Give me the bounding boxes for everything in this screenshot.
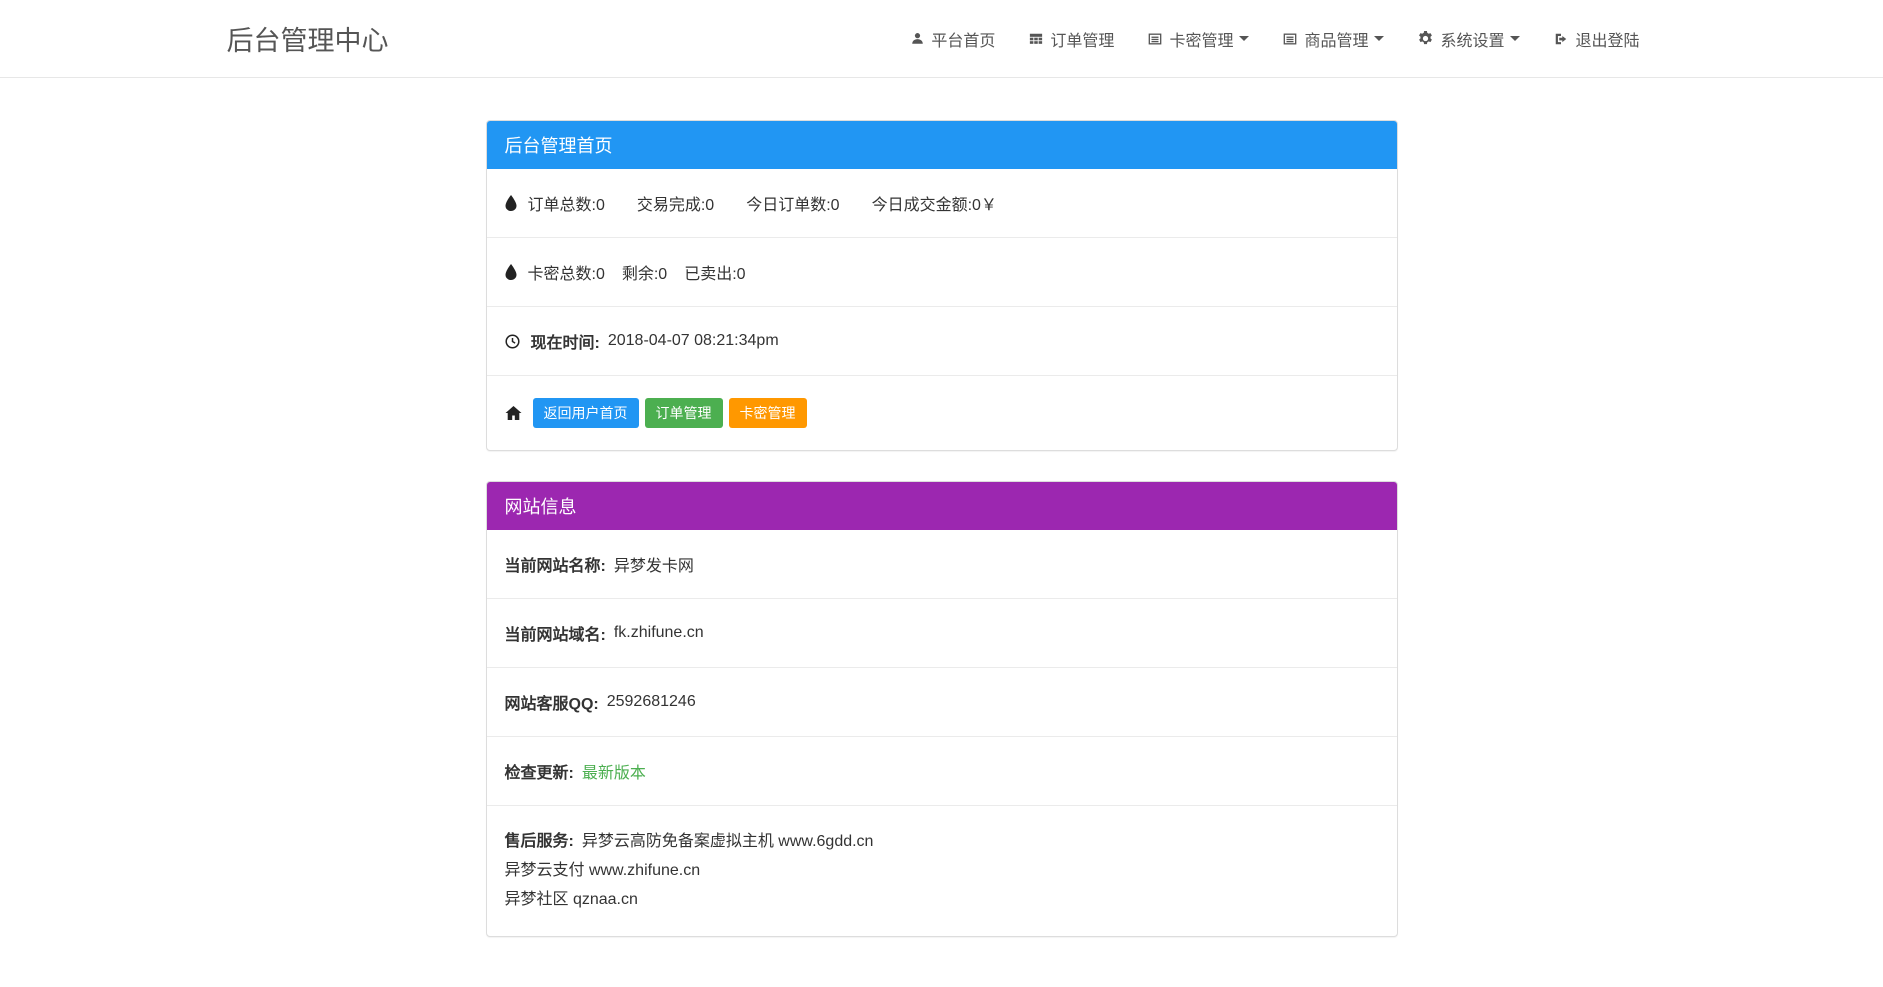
droplet-icon bbox=[505, 264, 517, 280]
nav-item-order-management[interactable]: 订单管理 bbox=[1012, 27, 1131, 51]
site-name-label: 当前网站名称: bbox=[505, 552, 606, 576]
droplet-icon bbox=[505, 195, 517, 211]
stat-today-orders: 今日订单数:0 bbox=[746, 191, 839, 215]
after-sales-row: 售后服务: 异梦云高防免备案虚拟主机 www.6gdd.cn 异梦云支付 www.… bbox=[487, 805, 1397, 936]
list-alt-icon bbox=[1148, 32, 1162, 46]
service-qq-label: 网站客服QQ: bbox=[505, 690, 599, 714]
nav-item-card-management-dropdown[interactable]: 卡密管理 bbox=[1131, 27, 1266, 51]
nav-item-label: 卡密管理 bbox=[1169, 27, 1233, 51]
logout-icon bbox=[1554, 32, 1568, 46]
nav-item-label: 订单管理 bbox=[1050, 27, 1114, 51]
stat-total-cards: 卡密总数:0 bbox=[528, 260, 605, 284]
order-stats-row: 订单总数:0 交易完成:0 今日订单数:0 今日成交金额:0￥ bbox=[487, 169, 1397, 237]
gear-icon bbox=[1418, 31, 1433, 46]
after-sales-line-1: 售后服务: 异梦云高防免备案虚拟主机 www.6gdd.cn bbox=[505, 828, 1379, 857]
nav-item-logout[interactable]: 退出登陆 bbox=[1537, 27, 1656, 51]
check-update-row: 检查更新: 最新版本 bbox=[487, 736, 1397, 805]
user-icon bbox=[911, 32, 924, 45]
check-update-label: 检查更新: bbox=[505, 759, 574, 783]
stat-sold-cards: 已卖出:0 bbox=[684, 260, 745, 284]
current-time-label: 现在时间: bbox=[531, 329, 600, 353]
main-content: 后台管理首页 订单总数:0 交易完成:0 今日订单数:0 今日成交金额:0￥ 卡… bbox=[486, 120, 1398, 987]
order-management-button[interactable]: 订单管理 bbox=[645, 398, 723, 428]
card-stats-row: 卡密总数:0 剩余:0 已卖出:0 bbox=[487, 237, 1397, 306]
main-nav: 平台首页 订单管理 卡密管理 商品管理 bbox=[894, 27, 1656, 51]
brand-title[interactable]: 后台管理中心 bbox=[227, 19, 389, 58]
chevron-down-icon bbox=[1239, 36, 1249, 41]
site-info-panel: 网站信息 当前网站名称: 异梦发卡网 当前网站域名: fk.zhifune.cn… bbox=[486, 481, 1398, 937]
after-sales-host-value: 异梦云高防免备案虚拟主机 www.6gdd.cn bbox=[582, 833, 874, 850]
dashboard-panel-header: 后台管理首页 bbox=[487, 121, 1397, 169]
back-to-user-home-button[interactable]: 返回用户首页 bbox=[533, 398, 639, 428]
service-qq-row: 网站客服QQ: 2592681246 bbox=[487, 667, 1397, 736]
latest-version-link[interactable]: 最新版本 bbox=[582, 759, 646, 783]
after-sales-line-2: 异梦云支付 www.zhifune.cn bbox=[505, 857, 1379, 886]
nav-item-product-management-dropdown[interactable]: 商品管理 bbox=[1266, 27, 1401, 51]
stat-completed-trades: 交易完成:0 bbox=[637, 191, 714, 215]
stat-remaining-cards: 剩余:0 bbox=[622, 260, 667, 284]
nav-item-label: 平台首页 bbox=[931, 27, 995, 51]
current-time-value: 2018-04-07 08:21:34pm bbox=[608, 332, 779, 350]
nav-item-platform-home[interactable]: 平台首页 bbox=[894, 27, 1012, 51]
site-info-panel-title: 网站信息 bbox=[505, 497, 577, 517]
quick-links-row: 返回用户首页 订单管理 卡密管理 bbox=[487, 375, 1397, 450]
site-name-value: 异梦发卡网 bbox=[614, 552, 694, 576]
clock-icon bbox=[505, 334, 520, 349]
navbar-container: 后台管理中心 平台首页 订单管理 卡密管理 bbox=[227, 0, 1657, 77]
nav-item-system-settings-dropdown[interactable]: 系统设置 bbox=[1401, 27, 1537, 51]
nav-item-label: 退出登陆 bbox=[1575, 27, 1639, 51]
site-domain-row: 当前网站域名: fk.zhifune.cn bbox=[487, 598, 1397, 667]
stat-total-orders: 订单总数:0 bbox=[528, 191, 605, 215]
chevron-down-icon bbox=[1374, 36, 1384, 41]
site-domain-value: fk.zhifune.cn bbox=[614, 624, 704, 642]
top-navbar: 后台管理中心 平台首页 订单管理 卡密管理 bbox=[0, 0, 1883, 78]
service-qq-value: 2592681246 bbox=[607, 693, 696, 711]
after-sales-label: 售后服务: bbox=[505, 833, 574, 850]
chevron-down-icon bbox=[1510, 36, 1520, 41]
nav-item-label: 商品管理 bbox=[1304, 27, 1368, 51]
site-domain-label: 当前网站域名: bbox=[505, 621, 606, 645]
stat-today-amount: 今日成交金额:0￥ bbox=[872, 191, 997, 215]
list-alt-icon bbox=[1283, 32, 1297, 46]
home-icon bbox=[505, 405, 522, 421]
dashboard-panel-title: 后台管理首页 bbox=[505, 136, 613, 156]
nav-item-label: 系统设置 bbox=[1440, 27, 1504, 51]
card-management-button[interactable]: 卡密管理 bbox=[729, 398, 807, 428]
calendar-icon bbox=[1029, 32, 1043, 46]
after-sales-line-3: 异梦社区 qznaa.cn bbox=[505, 886, 1379, 915]
site-name-row: 当前网站名称: 异梦发卡网 bbox=[487, 530, 1397, 598]
dashboard-panel: 后台管理首页 订单总数:0 交易完成:0 今日订单数:0 今日成交金额:0￥ 卡… bbox=[486, 120, 1398, 451]
current-time-row: 现在时间: 2018-04-07 08:21:34pm bbox=[487, 306, 1397, 375]
site-info-panel-header: 网站信息 bbox=[487, 482, 1397, 530]
